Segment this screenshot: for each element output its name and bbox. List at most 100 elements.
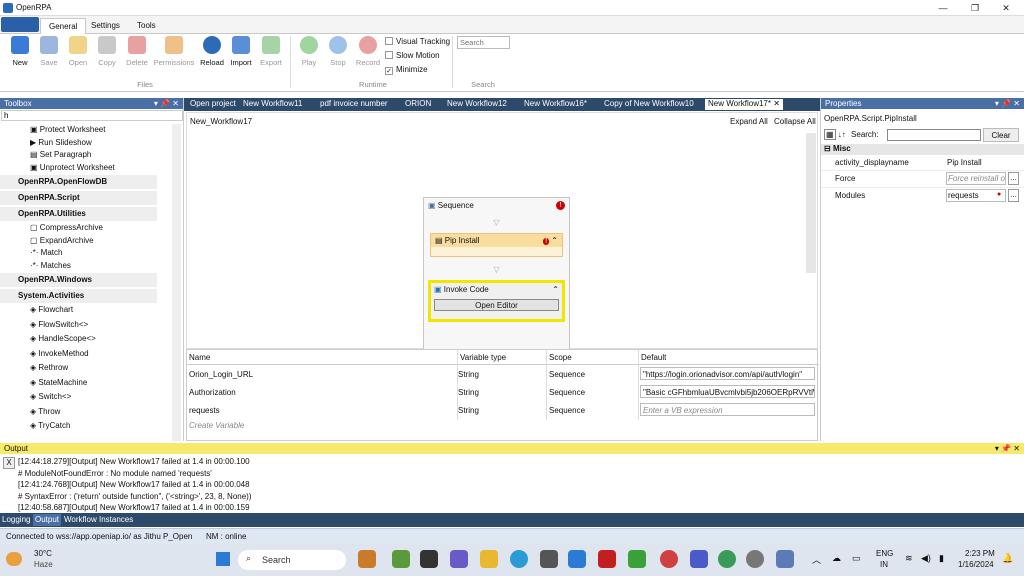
column-header[interactable]: Variable type	[460, 353, 506, 362]
toolbox-category[interactable]: System.Activities	[0, 289, 157, 303]
property-row[interactable]: Modules requests ●...	[821, 188, 1024, 205]
close-tab-icon[interactable]: ✕	[773, 99, 780, 108]
taskbar-app-icon[interactable]	[628, 550, 646, 568]
force-ellipsis-button[interactable]: ...	[1008, 172, 1019, 185]
clock-time[interactable]: 2:23 PM	[965, 549, 995, 558]
restore-window-icon[interactable]: ❐	[968, 2, 982, 14]
toolbox-item[interactable]: ◈ Flowchart	[30, 305, 183, 320]
toolbox-item[interactable]: ◈ StateMachine	[30, 378, 183, 393]
record-button[interactable]: Record	[354, 36, 382, 67]
app-menu-button[interactable]	[1, 17, 39, 32]
stop-button[interactable]: Stop	[324, 36, 352, 67]
expand-all-button[interactable]: Expand All	[730, 117, 768, 126]
chrome-icon[interactable]	[660, 550, 678, 568]
store-icon[interactable]	[540, 550, 558, 568]
toolbox-scrollbar[interactable]	[172, 124, 181, 441]
outlook-icon[interactable]	[568, 550, 586, 568]
variable-scope[interactable]: Sequence	[549, 370, 585, 379]
tab-general[interactable]: General	[40, 18, 87, 34]
toolbox-item[interactable]: ·*· Matches	[30, 261, 183, 274]
speaker-icon[interactable]: ◀)	[921, 553, 931, 564]
toolbox-item[interactable]: ▶ Run Slideshow	[30, 138, 183, 151]
doc-tab[interactable]: Copy of New Workflow10	[601, 99, 697, 110]
close-window-icon[interactable]: ✕	[999, 2, 1013, 14]
clear-output-button[interactable]: X	[3, 457, 15, 469]
collapse-all-button[interactable]: Collapse All	[774, 117, 816, 126]
properties-search-input[interactable]	[887, 129, 981, 141]
toolbox-item[interactable]: ◈ HandleScope<>	[30, 334, 183, 349]
doc-tab[interactable]: pdf invoice number	[317, 99, 391, 110]
toolbox-item[interactable]: ◈ Switch<>	[30, 392, 183, 407]
copy-button[interactable]: Copy	[93, 36, 121, 67]
variable-type[interactable]: String	[458, 406, 479, 415]
battery-icon[interactable]: ▮	[939, 553, 944, 564]
visual-tracking-checkbox[interactable]: Visual Tracking	[385, 37, 450, 46]
tab-logging[interactable]: Logging	[0, 514, 32, 526]
doc-tab[interactable]: New Workflow11	[240, 99, 305, 110]
notifications-icon[interactable]: 🔔	[1002, 553, 1013, 564]
taskbar-app-icon[interactable]	[392, 550, 410, 568]
doc-tab[interactable]: New Workflow12	[444, 99, 510, 110]
variable-type[interactable]: String	[458, 388, 479, 397]
categorized-icon[interactable]: ▦	[824, 129, 836, 140]
toolbox-search-input[interactable]	[1, 110, 183, 121]
toolbox-item[interactable]: ◈ InvokeMethod	[30, 349, 183, 364]
toolbox-item[interactable]: ▢ CompressArchive	[30, 223, 183, 236]
cloud-icon[interactable]: ☁	[832, 553, 841, 564]
toolbox-item[interactable]: ◈ FlowSwitch<>	[30, 320, 183, 335]
weather-desc[interactable]: Haze	[34, 560, 53, 569]
variable-name[interactable]: Authorization	[189, 388, 236, 397]
variable-default-input[interactable]: Enter a VB expression	[640, 403, 815, 416]
invoke-code-activity[interactable]: ▣ Invoke Code ⌃ Open Editor	[428, 280, 565, 322]
designer-scrollbar[interactable]	[806, 133, 816, 273]
language-region[interactable]: IN	[880, 560, 888, 569]
toolbox-item[interactable]: ▤ Set Paragraph	[30, 150, 183, 163]
play-button[interactable]: Play	[295, 36, 323, 67]
sequence-activity[interactable]: ▣ Sequence! ▽ ▤ Pip Install! ⌃ ▽ ▣ Invok…	[423, 197, 570, 351]
import-button[interactable]: Import	[227, 36, 255, 67]
toolbox-category[interactable]: OpenRPA.Utilities	[0, 207, 157, 221]
doc-tab[interactable]: ORION	[402, 99, 434, 110]
file-explorer-icon[interactable]	[480, 550, 498, 568]
minimize-checkbox[interactable]: ✓ Minimize	[385, 65, 428, 75]
toolbox-item[interactable]: ◈ Rethrow	[30, 363, 183, 378]
clock-date[interactable]: 1/16/2024	[958, 560, 994, 569]
open-button[interactable]: Open	[64, 36, 92, 67]
toolbox-category[interactable]: OpenRPA.Windows	[0, 273, 157, 287]
teams-icon[interactable]	[690, 550, 708, 568]
taskbar-app-icon[interactable]	[358, 550, 376, 568]
property-row[interactable]: Force Force reinstall o...	[821, 171, 1024, 188]
doc-tab[interactable]: New Workflow16*	[521, 99, 590, 110]
toolbox-item[interactable]: ▣ Unprotect Worksheet	[30, 163, 183, 176]
slow-motion-checkbox[interactable]: Slow Motion	[385, 51, 440, 60]
toolbox-item[interactable]: ◈ Throw	[30, 407, 183, 422]
ribbon-search-input[interactable]	[457, 36, 510, 49]
column-header[interactable]: Name	[189, 353, 210, 362]
weather-temp[interactable]: 30°C	[34, 549, 52, 558]
edge-icon[interactable]	[510, 550, 528, 568]
settings-icon[interactable]	[746, 550, 764, 568]
clear-button[interactable]: Clear	[983, 128, 1019, 142]
doc-tab-active[interactable]: New Workflow17* ✕	[705, 99, 783, 110]
variable-scope[interactable]: Sequence	[549, 406, 585, 415]
open-editor-button[interactable]: Open Editor	[434, 299, 559, 311]
weather-icon[interactable]	[6, 552, 22, 566]
permissions-button[interactable]: Permissions	[153, 36, 195, 67]
variable-scope[interactable]: Sequence	[549, 388, 585, 397]
pip-install-activity[interactable]: ▤ Pip Install! ⌃	[430, 233, 563, 257]
tab-output[interactable]: Output	[33, 514, 62, 526]
toolbox-category[interactable]: OpenRPA.OpenFlowDB	[0, 175, 157, 189]
collapse-icon[interactable]: ⌃	[552, 285, 559, 294]
tab-settings[interactable]: Settings	[83, 18, 128, 34]
variable-name[interactable]: requests	[189, 406, 220, 415]
doc-tab[interactable]: Open project	[187, 99, 239, 110]
save-button[interactable]: Save	[35, 36, 63, 67]
toolbox-category[interactable]: OpenRPA.Script	[0, 191, 157, 205]
modules-ellipsis-button[interactable]: ...	[1008, 189, 1019, 202]
create-variable-link[interactable]: Create Variable	[189, 421, 244, 430]
tab-tools[interactable]: Tools	[129, 18, 164, 34]
minimize-window-icon[interactable]: —	[936, 2, 950, 14]
delete-button[interactable]: Delete	[123, 36, 151, 67]
variable-default[interactable]: "Basic cGFhbmluaUBvcmlvbi5jb206OERpRVVtl…	[640, 385, 815, 398]
force-input[interactable]: Force reinstall o	[946, 172, 1006, 185]
